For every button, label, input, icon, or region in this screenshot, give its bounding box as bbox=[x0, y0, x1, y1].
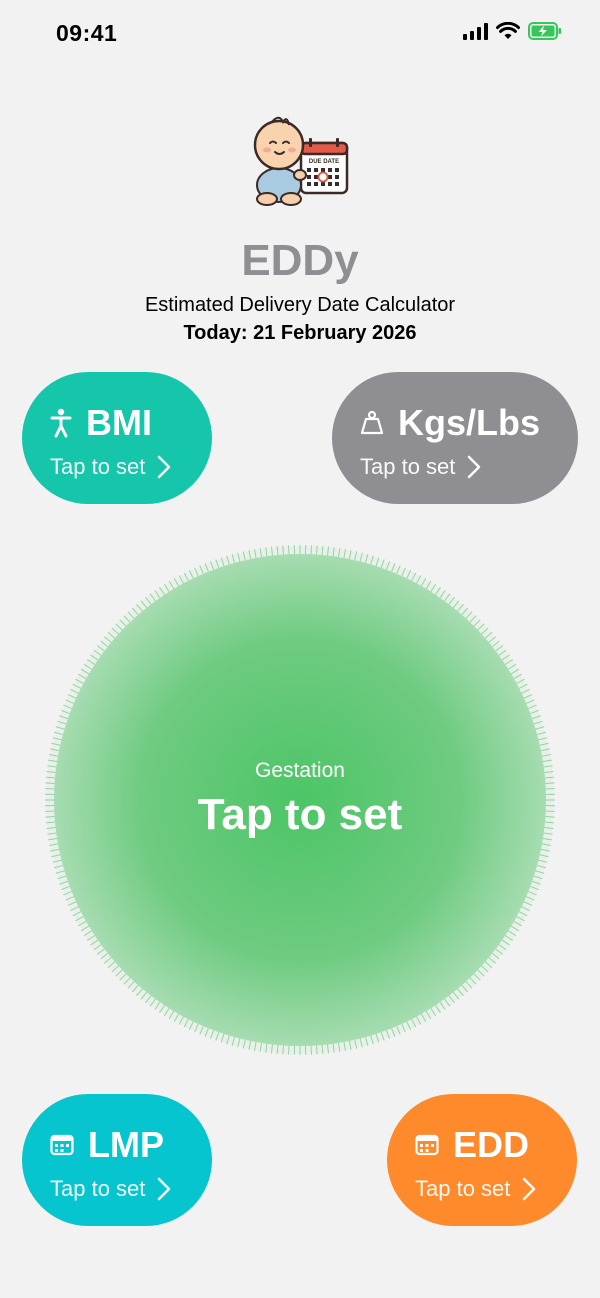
chevron-right-icon bbox=[158, 455, 171, 479]
chevron-right-icon bbox=[158, 1177, 171, 1201]
person-icon bbox=[50, 408, 72, 438]
wifi-icon bbox=[496, 22, 520, 39]
lmp-label: LMP bbox=[88, 1124, 164, 1165]
bmi-hint: Tap to set bbox=[50, 454, 146, 479]
scale-weight-icon bbox=[360, 410, 384, 435]
calendar-icon bbox=[415, 1134, 439, 1156]
units-toggle-button[interactable]: Kgs/Lbs Tap to set bbox=[332, 372, 578, 504]
edd-hint: Tap to set bbox=[415, 1176, 511, 1201]
lmp-hint: Tap to set bbox=[50, 1176, 146, 1201]
chevron-right-icon bbox=[468, 455, 481, 479]
units-label: Kgs/Lbs bbox=[398, 402, 541, 443]
chevron-right-icon bbox=[523, 1177, 536, 1201]
calendar-icon bbox=[50, 1134, 74, 1156]
edd-button[interactable]: EDD Tap to set bbox=[387, 1094, 577, 1226]
app-title: EDDy bbox=[241, 236, 359, 285]
lmp-button[interactable]: LMP Tap to set bbox=[22, 1094, 212, 1226]
app-logo: DUE DATE bbox=[253, 116, 349, 206]
status-time: 09:41 bbox=[56, 20, 118, 46]
units-hint: Tap to set bbox=[360, 454, 456, 479]
app-subtitle: Estimated Delivery Date Calculator bbox=[144, 294, 456, 316]
gestation-label: Gestation bbox=[255, 759, 345, 782]
status-icons bbox=[463, 22, 562, 40]
battery-charging-icon bbox=[528, 22, 561, 40]
svg-text:DUE DATE: DUE DATE bbox=[309, 159, 339, 165]
edd-label: EDD bbox=[453, 1124, 530, 1165]
cellular-signal-icon bbox=[463, 22, 488, 40]
bmi-button[interactable]: BMI Tap to set bbox=[22, 372, 212, 504]
bmi-label: BMI bbox=[86, 402, 152, 443]
gestation-value[interactable]: Tap to set bbox=[0, 790, 600, 840]
today-date: Today: 21 February 2026 bbox=[183, 322, 417, 344]
status-bar: 09:41 bbox=[0, 0, 600, 70]
